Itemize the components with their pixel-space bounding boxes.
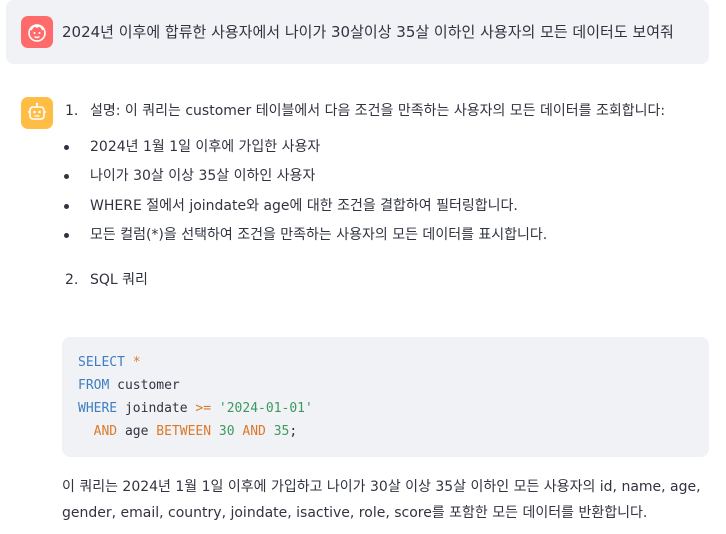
code-line: WHERE joindate >= '2024-01-01' [78, 401, 313, 416]
code-line: FROM customer [78, 378, 180, 393]
list-item: 나이가 30살 이상 35살 이하인 사용자 [62, 163, 710, 192]
assistant-message: 1. 설명: 이 쿼리는 customer 테이블에서 다음 조건을 만족하는 … [62, 98, 710, 293]
user-avatar-icon [21, 16, 53, 48]
list-item: WHERE 절에서 joindate와 age에 대한 조건을 결합하여 필터링… [62, 193, 710, 222]
user-message-text: 2024년 이후에 합류한 사용자에서 나이가 30살이상 35살 이하인 사용… [62, 23, 674, 41]
bot-avatar-icon [21, 97, 53, 129]
condition-list: 2024년 1월 1일 이후에 가입한 사용자 나이가 30살 이상 35살 이… [62, 134, 710, 251]
list-item: 2024년 1월 1일 이후에 가입한 사용자 [62, 134, 710, 163]
list-item-sql: 2. SQL 쿼리 [62, 267, 710, 293]
explanation-text: 설명: 이 쿼리는 customer 테이블에서 다음 조건을 만족하는 사용자… [90, 103, 666, 119]
code-line: SELECT * [78, 355, 141, 370]
list-item: 모든 컬럼(*)을 선택하여 조건을 만족하는 사용자의 모든 데이터를 표시합… [62, 222, 710, 251]
list-item-explanation: 1. 설명: 이 쿼리는 customer 테이블에서 다음 조건을 만족하는 … [62, 98, 710, 124]
summary-text: 이 쿼리는 2024년 1월 1일 이후에 가입하고 나이가 30살 이상 35… [62, 479, 701, 521]
sql-heading: SQL 쿼리 [90, 272, 148, 289]
list-number: 2. [65, 272, 79, 289]
sql-code-block[interactable]: SELECT * FROM customer WHERE joindate >=… [62, 337, 709, 457]
code-line: AND age BETWEEN 30 AND 35; [93, 424, 298, 439]
list-number: 1. [65, 103, 79, 119]
